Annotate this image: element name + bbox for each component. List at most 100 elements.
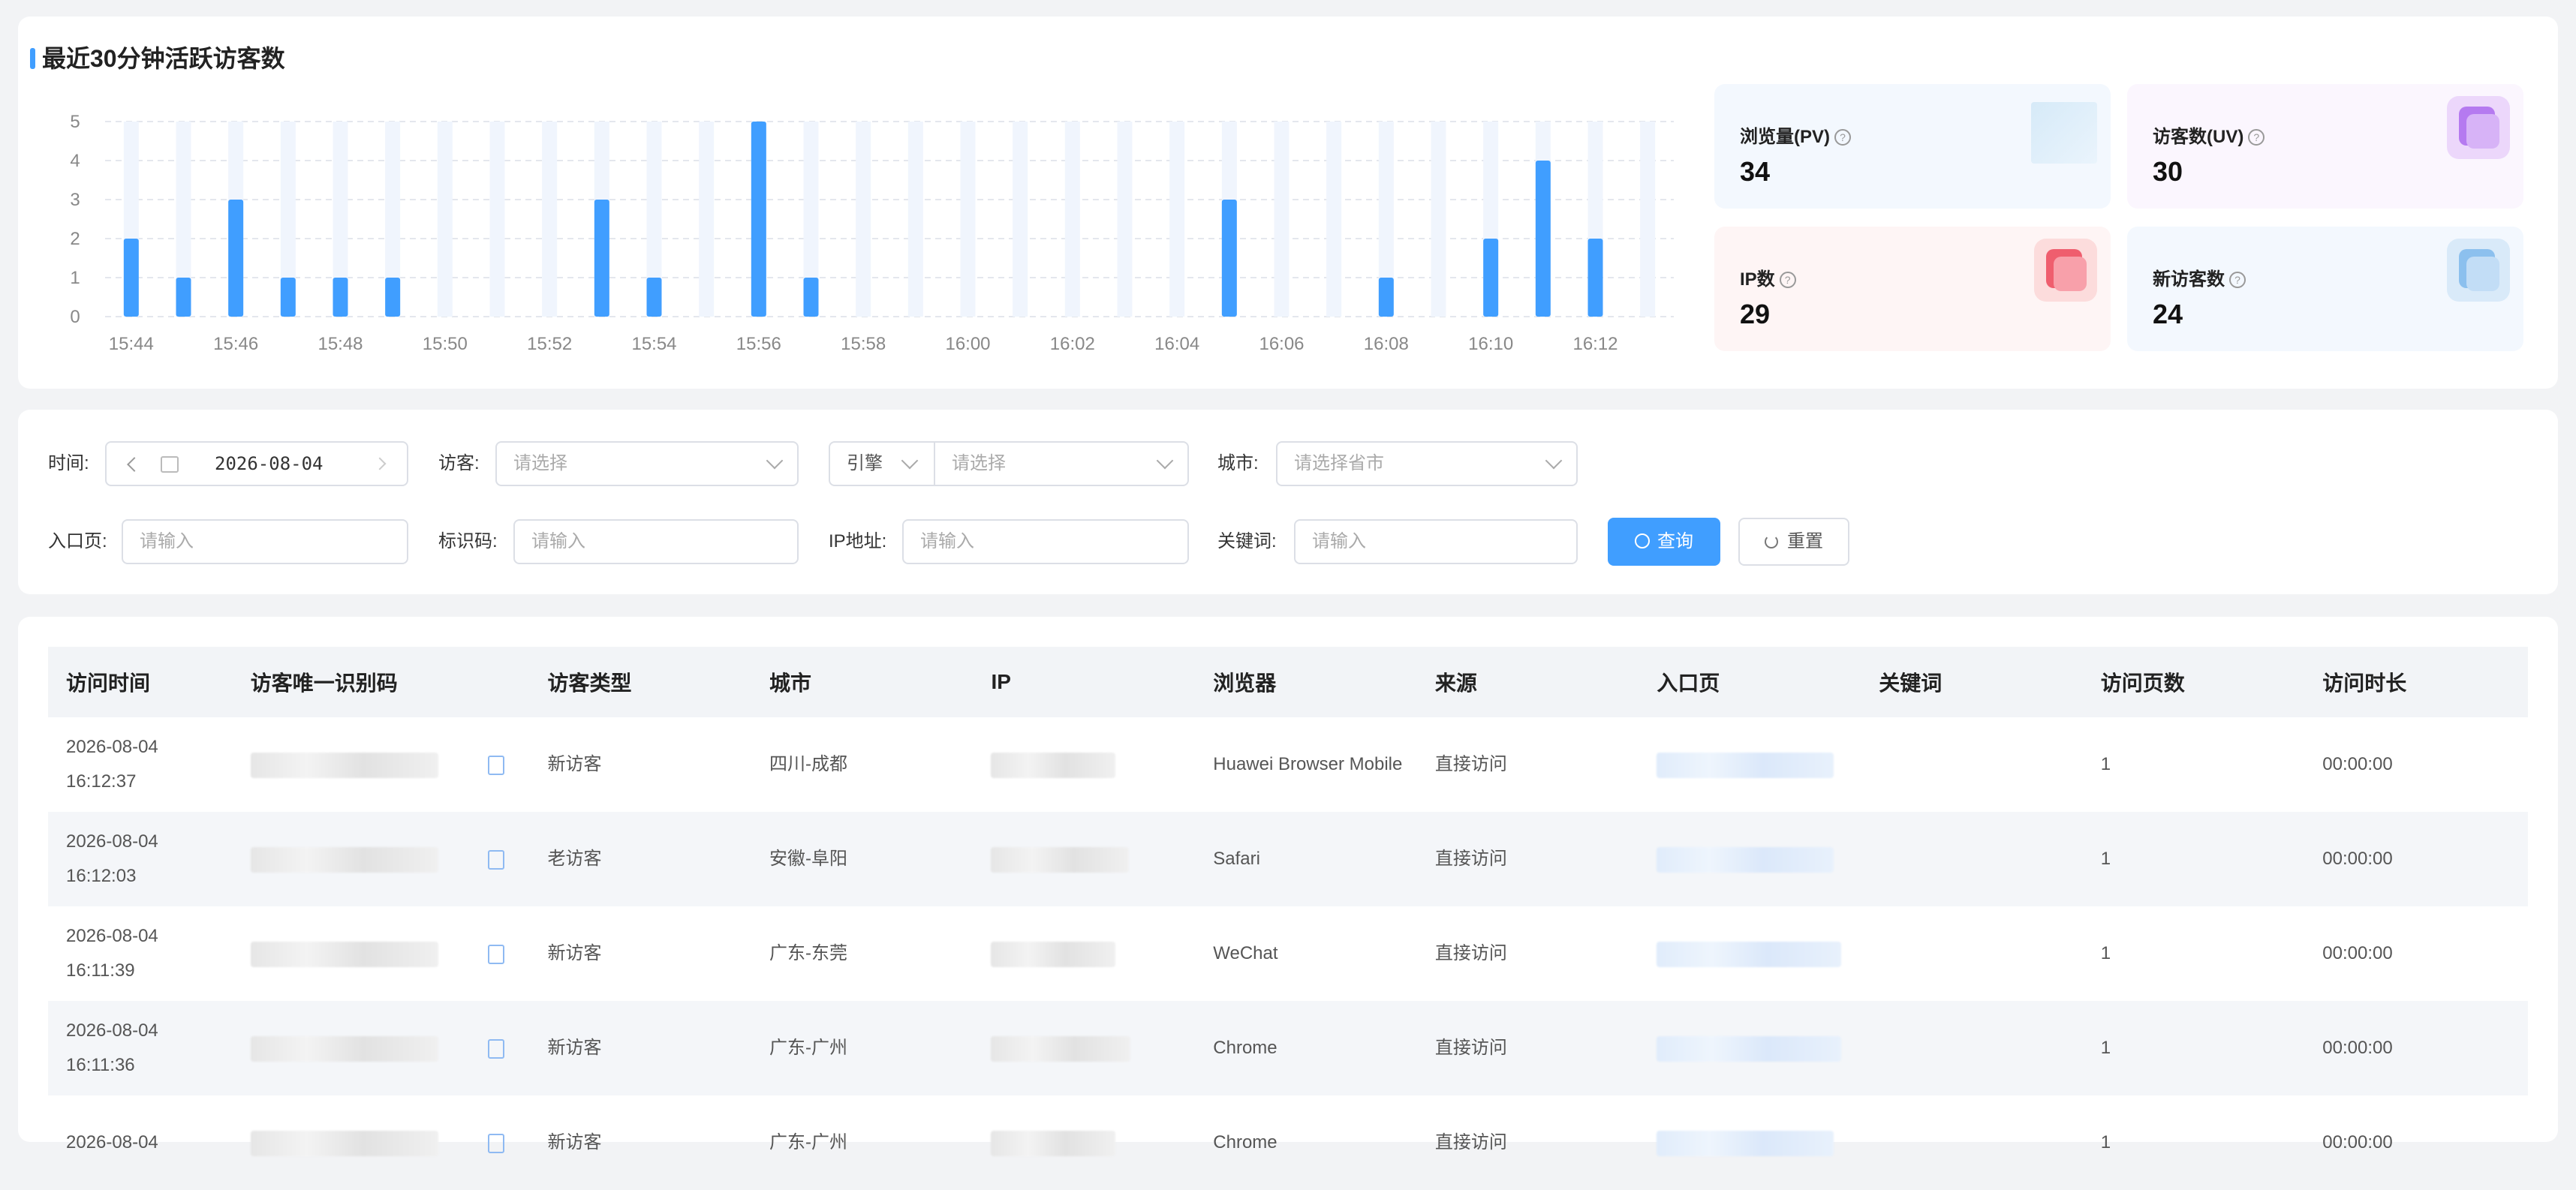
column-header: 浏览器	[1195, 647, 1417, 717]
browser-cell: Safari	[1195, 812, 1417, 906]
table-row[interactable]: 2026-08-04 16:12:37 新访客 四川-成都 Huawei Brow…	[48, 717, 2528, 812]
ip-input-placeholder: 请输入	[920, 531, 974, 551]
stat-value-new: 24	[2153, 299, 2183, 329]
x-tick-label: 16:10	[1468, 334, 1513, 354]
engine-type-select[interactable]: 引擎	[829, 441, 935, 486]
visitor-id-cell	[232, 812, 530, 906]
bar	[385, 278, 401, 317]
bar-track	[542, 122, 558, 317]
y-tick-label: 0	[70, 307, 80, 327]
duration-cell: 00:00:00	[2304, 812, 2528, 906]
bar	[176, 278, 191, 317]
help-icon[interactable]: ?	[2229, 272, 2246, 288]
table-row[interactable]: 2026-08-04 16:11:36 新访客 广东-广州 Chrome 直接访问…	[48, 1001, 2528, 1095]
ip-cell	[973, 1001, 1196, 1095]
visit-time-cell: 2026-08-04	[66, 1132, 158, 1152]
source-cell: 直接访问	[1416, 812, 1639, 906]
copy-icon[interactable]	[487, 755, 504, 775]
source-cell: 直接访问	[1434, 754, 1507, 774]
entry-page-cell[interactable]	[1639, 1001, 1861, 1095]
stat-label-new: 新访客数?	[2153, 264, 2246, 290]
active-visitors-chart: 0 1 2 3 4 5 15:44 15:46 15:48 15:50 15:52 15:54 15:5…	[70, 112, 1674, 354]
chevron-left-icon[interactable]	[127, 457, 142, 472]
column-header: IP	[973, 647, 1196, 717]
ip-cell	[973, 1095, 1195, 1190]
redacted-value	[991, 752, 1116, 778]
table-header: 访问时间 访客唯一识别码 访客类型 城市 IP 浏览器 来源 入口页 关键词 访…	[48, 647, 2528, 717]
time-label: 时间:	[48, 453, 89, 473]
redacted-value	[1657, 941, 1842, 967]
copy-icon[interactable]	[487, 849, 504, 870]
entry-input-placeholder: 请输入	[140, 531, 194, 551]
city-label: 城市:	[1217, 453, 1259, 473]
help-icon[interactable]: ?	[2248, 129, 2265, 146]
code-input[interactable]: 请输入	[513, 519, 799, 564]
ip-input[interactable]: 请输入	[902, 519, 1189, 564]
copy-icon[interactable]	[487, 1133, 504, 1153]
redacted-value	[1657, 846, 1834, 873]
x-tick-label: 15:52	[527, 334, 572, 354]
entry-page-cell[interactable]	[1639, 717, 1861, 812]
stat-label-uv: 访客数(UV)?	[2153, 122, 2265, 148]
help-icon[interactable]: ?	[1779, 272, 1796, 288]
redacted-value	[1657, 1130, 1834, 1156]
search-icon	[1635, 533, 1650, 548]
ip-cell	[973, 717, 1195, 812]
visitor-select[interactable]: 请选择	[495, 441, 799, 486]
table-row[interactable]: 2026-08-04 新访客 广东-广州 Chrome 直接访问 1 00:00…	[48, 1095, 2528, 1190]
city-cell: 四川-成都	[769, 754, 847, 774]
redacted-value	[1657, 1035, 1842, 1062]
visitor-type-cell: 新访客	[547, 1132, 602, 1152]
copy-icon[interactable]	[487, 944, 504, 964]
x-tick-label: 16:06	[1259, 334, 1304, 354]
x-tick-label: 15:58	[841, 334, 886, 354]
engine-type-value: 引擎	[847, 453, 883, 473]
bar-track	[437, 122, 453, 317]
city-select[interactable]: 请选择省市	[1276, 441, 1578, 486]
x-tick-label: 16:12	[1572, 334, 1618, 354]
visitor-type-cell: 老访客	[529, 812, 751, 906]
duration-cell: 00:00:00	[2322, 1132, 2393, 1152]
bar-track	[1326, 122, 1342, 317]
table-row[interactable]: 2026-08-04 16:11:39 新访客 广东-东莞 WeChat 直接访问…	[48, 906, 2528, 1001]
reset-button[interactable]: 重置	[1738, 518, 1849, 566]
city-cell: 广东-广州	[769, 1132, 847, 1152]
x-tick-label: 15:46	[213, 334, 258, 354]
city-cell: 广东-东莞	[769, 943, 847, 963]
help-icon[interactable]: ?	[1834, 129, 1851, 146]
visitor-type-cell: 新访客	[547, 754, 602, 774]
bar	[751, 122, 766, 317]
visitor-label: 访客:	[438, 453, 480, 473]
bar	[1378, 278, 1394, 317]
copy-icon[interactable]	[487, 1038, 504, 1059]
query-button[interactable]: 查询	[1608, 518, 1720, 566]
x-tick-label: 15:48	[317, 334, 363, 354]
city-cell: 安徽-阜阳	[751, 812, 974, 906]
bar	[280, 278, 296, 317]
ip-cell	[973, 906, 1195, 1001]
stat-value-uv: 30	[2153, 156, 2183, 187]
entry-page-cell[interactable]	[1639, 1095, 1861, 1190]
duration-cell: 00:00:00	[2304, 1001, 2528, 1095]
column-header: 入口页	[1639, 647, 1861, 717]
y-tick-label: 4	[70, 151, 80, 171]
pages-cell: 1	[2100, 943, 2111, 963]
table-row[interactable]: 2026-08-04 16:12:03 老访客 安徽-阜阳 Safari 直接访问…	[48, 812, 2528, 906]
x-tick-label: 16:00	[945, 334, 990, 354]
entry-label: 入口页:	[48, 531, 107, 551]
browser-cell: Chrome	[1213, 1132, 1277, 1152]
x-tick-label: 15:56	[736, 334, 781, 354]
x-tick-label: 16:08	[1364, 334, 1409, 354]
chevron-right-icon[interactable]	[373, 457, 387, 470]
entry-input[interactable]: 请输入	[122, 519, 408, 564]
bar	[1535, 161, 1551, 317]
engine-select[interactable]: 请选择	[934, 441, 1189, 486]
date-picker[interactable]: 2026-08-04	[105, 441, 408, 486]
keyword-input[interactable]: 请输入	[1294, 519, 1578, 564]
city-select-placeholder: 请选择省市	[1294, 453, 1384, 473]
entry-page-cell[interactable]	[1639, 906, 1861, 1001]
stat-value-ip: 29	[1740, 299, 1771, 329]
entry-page-cell[interactable]	[1639, 812, 1861, 906]
bar	[594, 200, 609, 317]
visits-table: 访问时间 访客唯一识别码 访客类型 城市 IP 浏览器 来源 入口页 关键词 访…	[48, 647, 2528, 1190]
